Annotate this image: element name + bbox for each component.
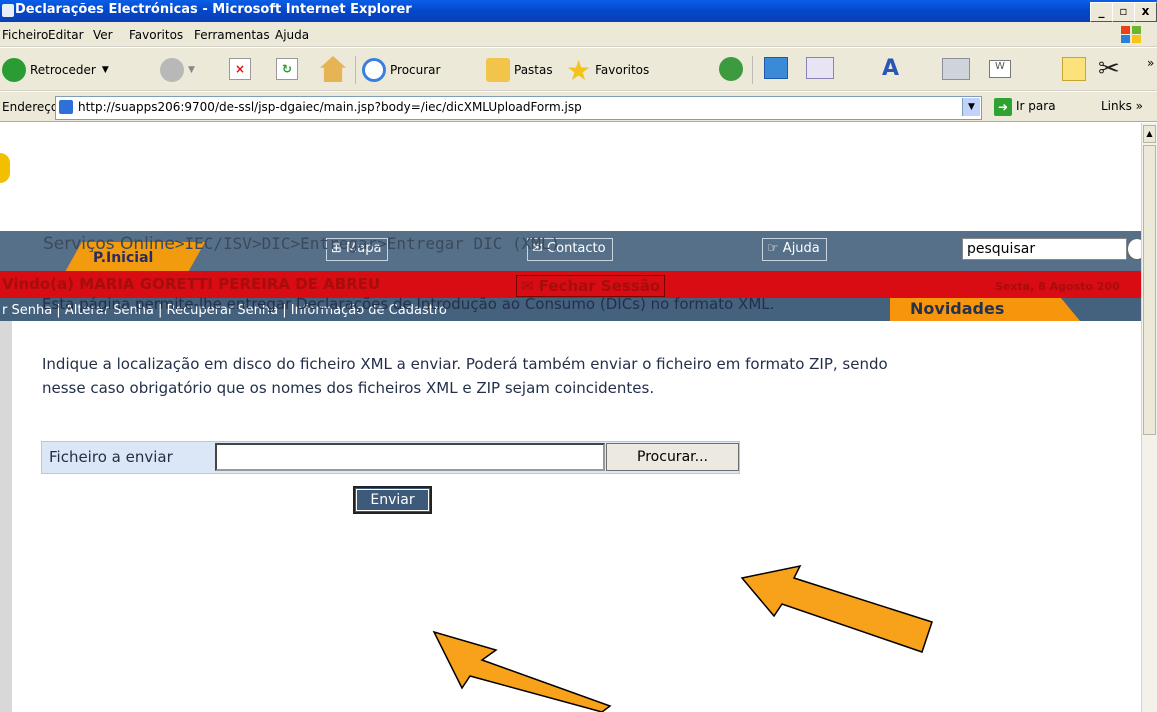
font-size-icon[interactable]: A [882,56,899,81]
favorites-label: Favoritos [595,63,650,77]
note-icon[interactable] [1062,57,1086,81]
menu-ferramentas[interactable]: Ferramentas [194,28,270,42]
site-search-input[interactable]: pesquisar [962,238,1127,260]
nav-help-label: Ajuda [782,241,820,256]
minimize-button[interactable]: _ [1090,2,1113,22]
menu-favoritos[interactable]: Favoritos [129,28,183,42]
refresh-icon[interactable]: ↻ [276,58,298,80]
toolbar-separator [355,56,356,84]
left-margin-strip [0,321,12,712]
logout-label: Fechar Sessão [538,277,661,295]
instructions-line-1: Indique a localização em disco do fichei… [42,355,888,373]
toolbar-separator [752,56,753,84]
folders-label: Pastas [514,63,553,77]
instructions-line-2: nesse caso obrigatório que os nomes dos … [42,379,655,397]
ie-app-icon [2,4,14,17]
forward-arrow-icon [160,58,184,82]
chevron-down-icon[interactable]: ▼ [962,98,980,116]
back-button[interactable]: Retroceder ▼ [2,57,109,83]
breadcrumb-path[interactable]: >IEC/ISV>DIC>Entregar>Entregar DIC (XML) [175,234,560,253]
news-tab-label: Novidades [910,299,1005,318]
site-logo [0,153,10,183]
breadcrumb: Serviços Online>IEC/ISV>DIC>Entregar>Ent… [43,234,560,254]
browse-button[interactable]: Procurar... [606,443,739,471]
page-viewport: P.Inicial ⊞ Mapa ✉ Contacto ☞ Ajuda pesq… [0,123,1141,712]
intro-paragraph: Esta página permite-lhe entregar Declara… [42,295,775,313]
scrollbar-thumb[interactable] [1143,145,1156,435]
current-date: Sexta, 8 Agosto 200 [995,280,1120,293]
links-button[interactable]: Links » [1101,99,1143,113]
title-bar: Declarações Electrónicas - Microsoft Int… [0,0,1157,22]
menu-ajuda[interactable]: Ajuda [275,28,309,42]
window-title: Declarações Electrónicas - Microsoft Int… [15,2,412,17]
forward-button[interactable]: ▼ [160,57,195,83]
home-icon[interactable] [320,56,346,82]
help-icon: ☞ [767,241,779,256]
search-button[interactable]: Procurar [362,57,440,83]
breadcrumb-root[interactable]: Serviços Online [43,234,175,254]
links-label: Links [1101,99,1132,113]
send-button[interactable]: Enviar [353,486,432,514]
star-icon: ★ [566,53,592,87]
menu-ver[interactable]: Ver [93,28,113,42]
stop-icon[interactable]: × [229,58,251,80]
mail-icon[interactable] [806,57,834,79]
close-button[interactable]: x [1134,2,1157,22]
chevron-down-icon: ▼ [188,65,195,75]
file-input[interactable] [215,443,605,471]
back-arrow-icon [2,58,26,82]
back-label: Retroceder [30,63,96,77]
history-icon[interactable] [719,57,743,81]
menu-ficheiro[interactable]: Ficheiro [2,28,48,42]
chevron-down-icon: ▼ [101,65,109,75]
logout-button[interactable]: ✉ Fechar Sessão [516,275,666,297]
media-icon[interactable] [764,57,788,79]
print-icon[interactable] [942,58,970,80]
folders-button[interactable]: Pastas [486,57,553,83]
word-icon[interactable]: W [989,60,1011,78]
address-url: http://suapps206:9700/de-ssl/jsp-dgaiec/… [78,100,582,114]
page-icon [59,100,73,114]
address-bar: Endereço http://suapps206:9700/de-ssl/js… [0,92,1157,122]
menu-editar[interactable]: Editar [48,28,84,42]
folder-icon [486,58,510,82]
search-icon[interactable] [1127,238,1141,260]
go-button[interactable]: Ir para [1016,99,1056,113]
file-label: Ficheiro a enviar [49,448,173,466]
search-label: Procurar [390,63,441,77]
scroll-up-icon[interactable]: ▲ [1143,125,1156,143]
windows-logo-icon [1121,26,1141,43]
welcome-text: Vindo(a) MARIA GORETTI PEREIRA DE ABREU [2,275,381,293]
favorites-button[interactable]: ★ Favoritos [566,54,650,87]
menu-bar: Ficheiro Editar Ver Favoritos Ferramenta… [0,22,1157,47]
instructions-paragraph: Indique a localização em disco do fichei… [42,352,888,400]
search-icon [362,58,386,82]
address-label: Endereço [2,100,59,114]
address-input[interactable]: http://suapps206:9700/de-ssl/jsp-dgaiec/… [55,96,982,120]
nav-help[interactable]: ☞ Ajuda [762,238,827,261]
go-arrow-icon[interactable]: ➜ [994,98,1012,116]
cut-icon[interactable]: ✂ [1098,54,1120,84]
toolbar: Retroceder ▼ ▼ × ↻ Procurar Pastas ★ Fav… [0,48,1157,91]
maximize-button[interactable]: ▫ [1112,2,1135,22]
toolbar-overflow-icon[interactable]: » [1147,56,1154,70]
